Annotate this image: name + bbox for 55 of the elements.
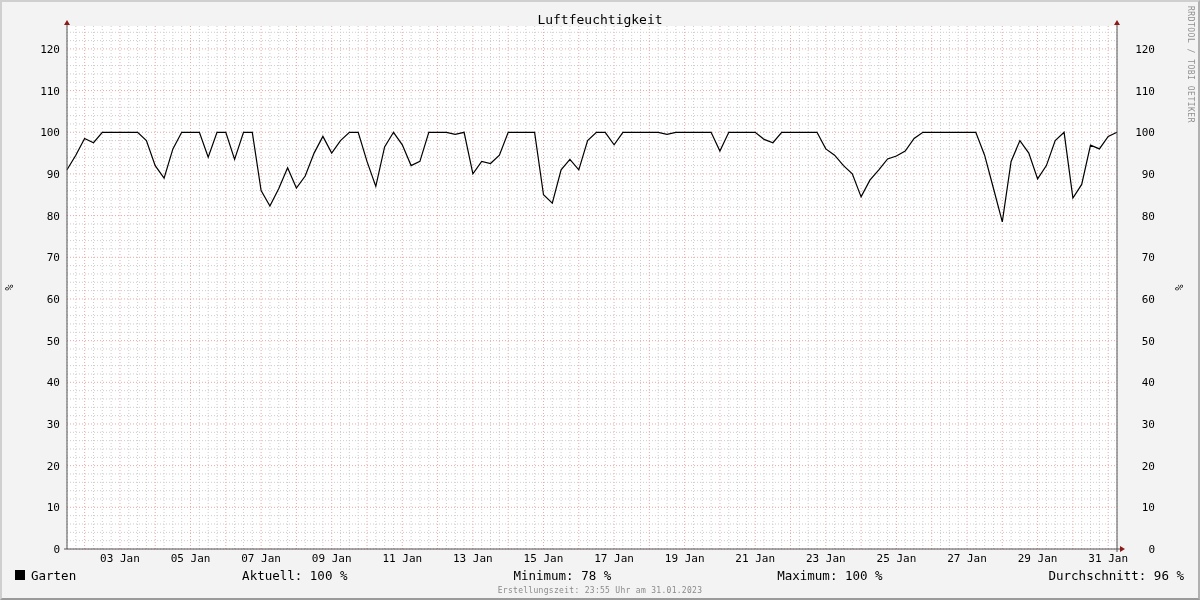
y-tick-label: 60 — [1141, 292, 1155, 306]
x-tick-label: 09 Jan — [311, 552, 352, 565]
x-tick-label: 07 Jan — [241, 552, 281, 565]
x-tick-label: 03 Jan — [100, 552, 140, 565]
y-tick-label: 70 — [1141, 251, 1155, 265]
stat-label: Maximum: — [777, 567, 838, 583]
y-tick-label: 100 — [40, 126, 60, 140]
y-tick-label: 0 — [53, 543, 60, 556]
y-tick-label: 20 — [1141, 459, 1155, 473]
x-tick-label: 21 Jan — [735, 552, 776, 565]
stat-value: 78 % — [581, 567, 612, 583]
x-tick-label: 05 Jan — [170, 552, 211, 565]
x-tick-label: 27 Jan — [947, 552, 987, 565]
y-tick-label: 30 — [1141, 418, 1155, 431]
credit-text: RRDTOOL / TOBI OETIKER — [1186, 6, 1195, 123]
x-tick-label: 15 Jan — [523, 552, 564, 565]
y-tick-label: 110 — [40, 84, 60, 98]
stat-label: Minimum: — [513, 567, 574, 583]
y-tick-label: 100 — [1135, 126, 1155, 140]
y-axis-label: % — [1174, 284, 1185, 291]
y-axis-label: % — [4, 284, 15, 291]
y-tick-label: 120 — [40, 42, 60, 56]
y-tick-label: 40 — [46, 376, 60, 390]
chart-title: Luftfeuchtigkeit — [537, 12, 663, 27]
y-tick-label: 90 — [1141, 167, 1155, 181]
creation-time-text: Erstellungszeit: 23:55 Uhr am 31.01.2023 — [496, 585, 704, 597]
x-tick-label: 11 Jan — [382, 552, 423, 565]
x-tick-label: 23 Jan — [805, 552, 846, 565]
y-tick-label: 10 — [46, 501, 60, 515]
y-tick-label: 80 — [1141, 209, 1155, 223]
y-tick-label: 110 — [1135, 84, 1155, 98]
stat-value: 100 % — [844, 567, 883, 583]
x-tick-label: 29 Jan — [1017, 552, 1058, 565]
x-tick-label: 19 Jan — [664, 552, 705, 565]
y-tick-label: 60 — [46, 292, 60, 306]
x-tick-label: 31 Jan — [1088, 552, 1129, 565]
y-tick-label: 40 — [1141, 376, 1155, 390]
y-tick-label: 120 — [1135, 42, 1155, 56]
x-tick-label: 13 Jan — [453, 552, 493, 565]
y-tick-label: 30 — [46, 418, 60, 431]
x-tick-label: 17 Jan — [594, 552, 634, 565]
stat-value: 96 % — [1153, 567, 1184, 583]
y-tick-label: 70 — [46, 251, 60, 265]
y-tick-label: 50 — [1141, 334, 1155, 348]
x-tick-label: 25 Jan — [876, 552, 917, 565]
stat-label: Durchschnitt: — [1048, 567, 1147, 583]
y-tick-label: 20 — [46, 459, 60, 473]
y-tick-label: 50 — [46, 334, 60, 348]
y-tick-label: 80 — [46, 209, 60, 223]
y-tick-label: 90 — [46, 167, 60, 181]
stat-label: Aktuell: — [242, 567, 303, 583]
y-tick-label: 0 — [1148, 543, 1155, 556]
stat-value: 100 % — [309, 567, 348, 583]
legend-label: Garten — [31, 567, 77, 583]
y-tick-label: 10 — [1141, 501, 1155, 515]
